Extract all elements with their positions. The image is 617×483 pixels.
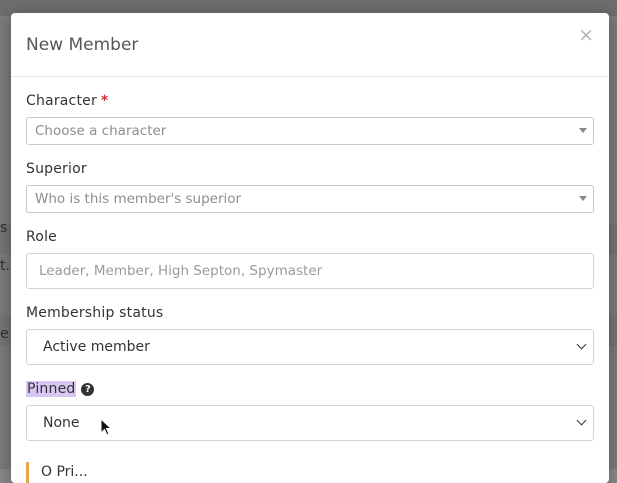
background-text: e bbox=[0, 326, 9, 342]
superior-placeholder: Who is this member's superior bbox=[35, 191, 242, 207]
character-placeholder: Choose a character bbox=[35, 123, 167, 139]
membership-status-value: Active member bbox=[43, 339, 150, 355]
role-input[interactable]: Leader, Member, High Septon, Spymaster bbox=[26, 253, 594, 289]
pinned-label: Pinned? bbox=[26, 381, 95, 397]
character-label: Character * bbox=[26, 93, 108, 109]
character-label-text: Character bbox=[26, 93, 97, 109]
chevron-down-icon bbox=[576, 339, 587, 350]
pinned-label-text: Pinned bbox=[26, 381, 77, 397]
section-accent-bar bbox=[26, 462, 29, 483]
help-icon[interactable]: ? bbox=[81, 383, 95, 396]
dropdown-arrow-icon bbox=[579, 128, 587, 133]
character-select[interactable]: Choose a character bbox=[26, 117, 594, 145]
new-member-modal: New Member × Character * Choose a charact… bbox=[11, 13, 609, 483]
next-section-text: O Pri... bbox=[41, 464, 88, 480]
background-text: t. bbox=[0, 258, 10, 274]
dropdown-arrow-icon bbox=[579, 196, 587, 201]
mouse-cursor-icon bbox=[100, 418, 112, 436]
close-icon[interactable]: × bbox=[578, 25, 594, 45]
chevron-down-icon bbox=[576, 415, 587, 426]
required-marker: * bbox=[100, 93, 109, 109]
membership-status-select[interactable]: Active member bbox=[26, 329, 594, 365]
membership-status-label: Membership status bbox=[26, 305, 164, 321]
superior-select[interactable]: Who is this member's superior bbox=[26, 185, 594, 213]
role-placeholder: Leader, Member, High Septon, Spymaster bbox=[39, 263, 323, 279]
role-label: Role bbox=[26, 229, 57, 245]
pinned-value: None bbox=[43, 415, 80, 431]
modal-header: New Member × bbox=[11, 13, 609, 77]
superior-label: Superior bbox=[26, 161, 87, 177]
modal-title: New Member bbox=[26, 35, 139, 55]
